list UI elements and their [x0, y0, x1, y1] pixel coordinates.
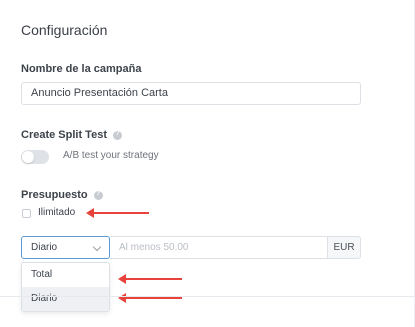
section-divider: [0, 296, 415, 297]
unlimited-label[interactable]: Ilimitado: [38, 207, 75, 218]
dropdown-option-diario[interactable]: Diario: [22, 287, 109, 311]
budget-label-text: Presupuesto: [21, 189, 88, 201]
help-icon[interactable]: [93, 190, 103, 200]
section-title: Configuración: [21, 22, 108, 38]
split-test-label: Create Split Test: [21, 129, 122, 141]
budget-period-select[interactable]: Diario: [21, 236, 110, 259]
chevron-down-icon: [92, 242, 102, 252]
annotation-arrow: [118, 274, 182, 284]
currency-label: EUR: [327, 236, 361, 259]
toggle-knob: [22, 151, 34, 163]
split-test-toggle[interactable]: [21, 150, 49, 164]
annotation-arrow: [118, 293, 182, 303]
campaign-config-panel: Configuración Nombre de la campaña Anunc…: [0, 0, 415, 327]
budget-period-value: Diario: [31, 242, 58, 253]
help-icon[interactable]: [113, 130, 122, 140]
split-test-label-text: Create Split Test: [21, 129, 107, 141]
annotation-arrow: [86, 208, 149, 218]
dropdown-option-total[interactable]: Total: [22, 263, 109, 287]
campaign-name-label-text: Nombre de la campaña: [21, 63, 142, 75]
unlimited-checkbox[interactable]: [22, 209, 31, 218]
split-test-description: A/B test your strategy: [63, 150, 159, 161]
campaign-name-input[interactable]: Anuncio Presentación Carta: [21, 82, 361, 105]
budget-period-dropdown: Total Diario: [21, 262, 110, 312]
campaign-name-label: Nombre de la campaña: [21, 63, 141, 75]
budget-amount-input[interactable]: Al menos 50.00: [110, 236, 328, 259]
budget-label: Presupuesto: [21, 189, 103, 201]
